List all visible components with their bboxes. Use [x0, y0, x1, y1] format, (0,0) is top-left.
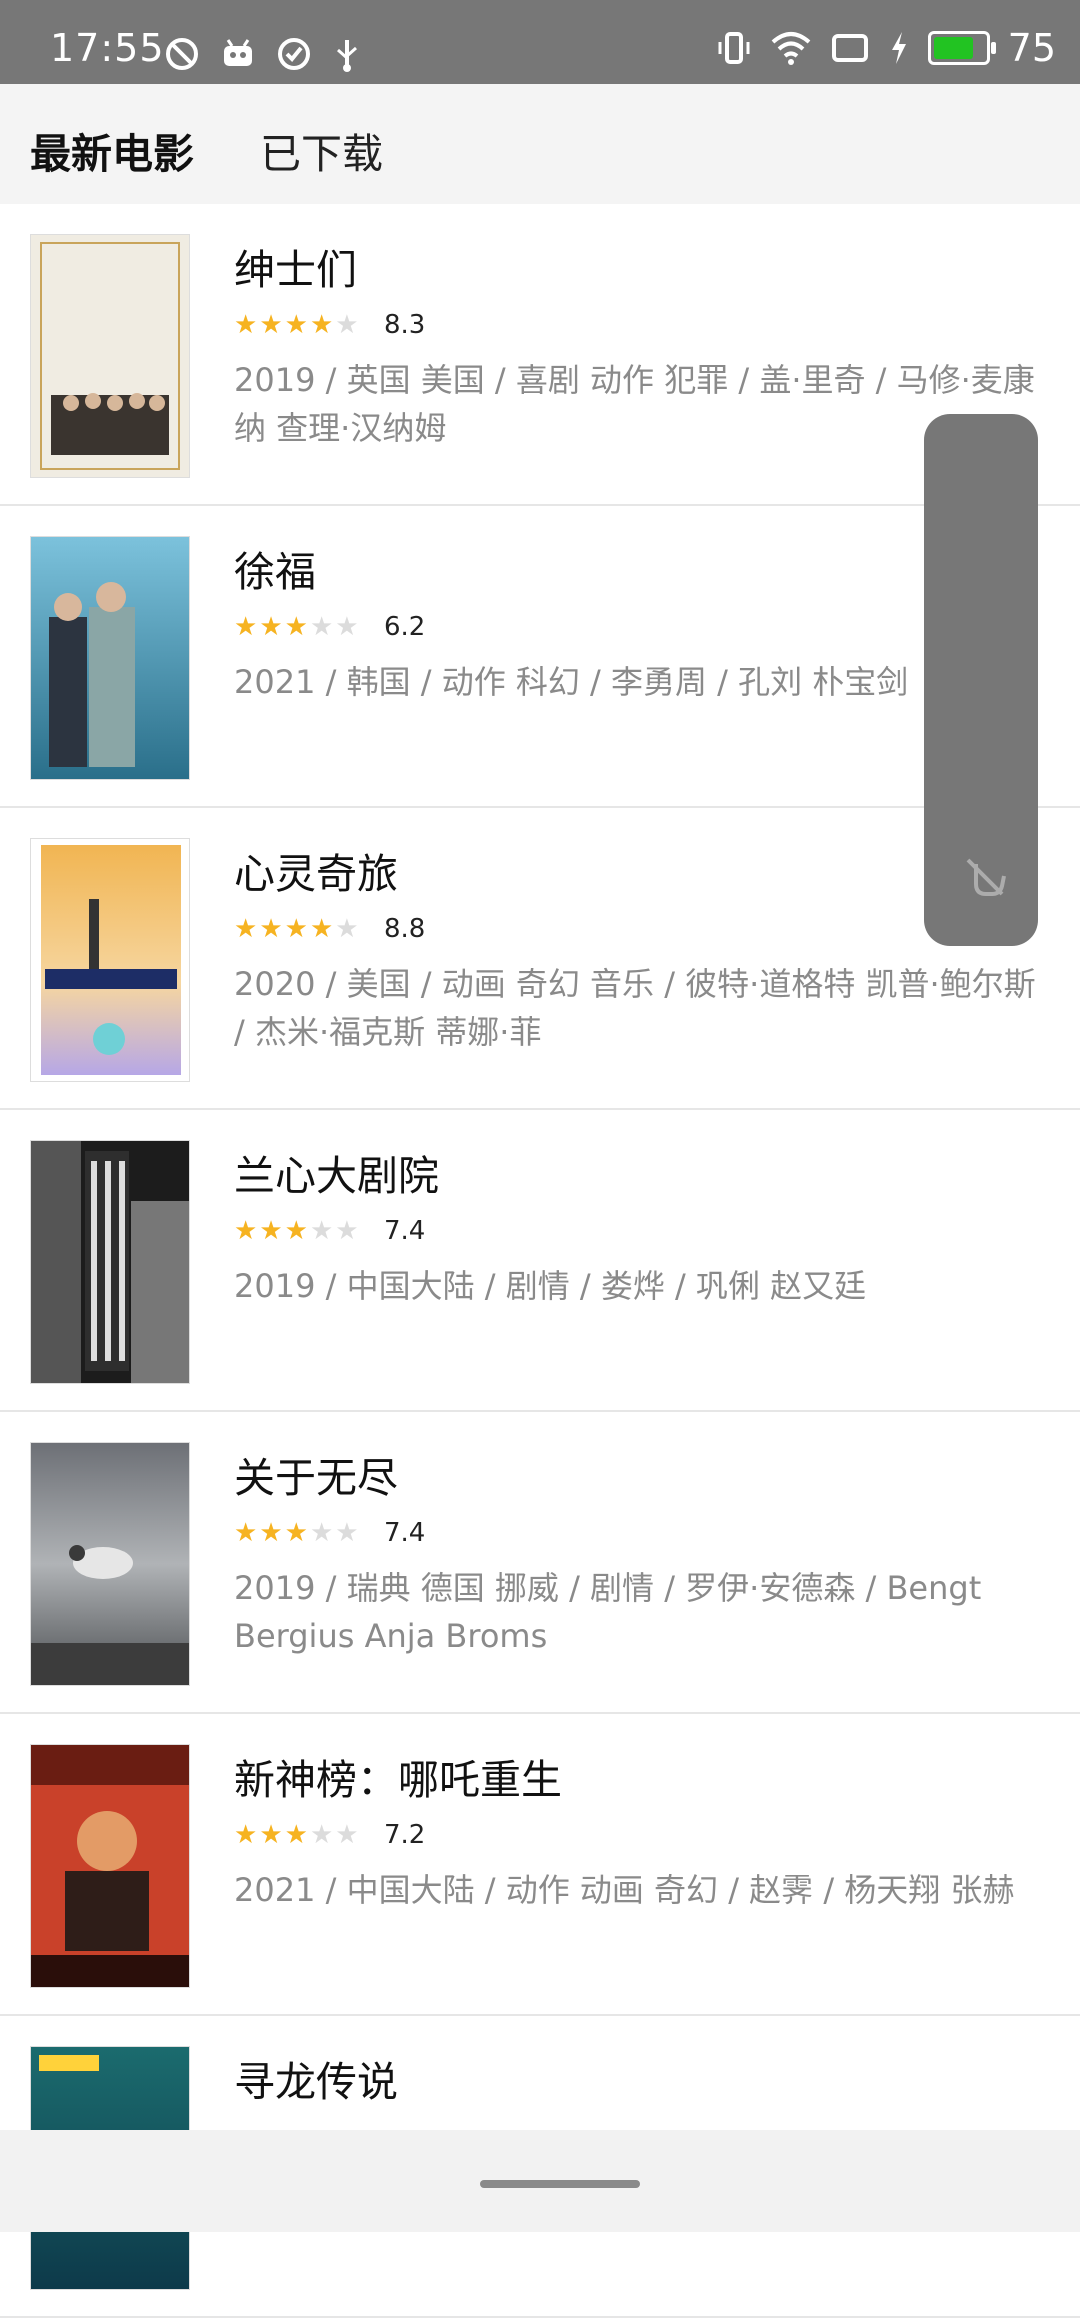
- star-filled-icon: ★: [234, 612, 258, 642]
- star-empty-icon: ★: [335, 1216, 359, 1246]
- battery-fill: [933, 37, 974, 59]
- rating-value: 7.2: [384, 1820, 426, 1850]
- movie-poster[interactable]: [30, 536, 190, 780]
- star-empty-icon: ★: [335, 612, 359, 642]
- star-filled-icon: ★: [234, 914, 258, 944]
- movie-title: 新神榜：哪吒重生: [234, 1756, 562, 1804]
- no-touch-icon[interactable]: [962, 854, 1008, 900]
- star-filled-icon: ★: [284, 1216, 308, 1246]
- tab-downloaded[interactable]: 已下载: [260, 120, 383, 180]
- star-filled-icon: ★: [284, 1820, 308, 1850]
- movie-title: 绅士们: [234, 246, 357, 294]
- star-empty-icon: ★: [309, 1216, 334, 1246]
- vibrate-icon: [718, 32, 750, 64]
- star-empty-icon: ★: [309, 1518, 334, 1548]
- movie-title: 寻龙传说: [234, 2058, 398, 2106]
- star-filled-icon: ★: [284, 914, 308, 944]
- movie-poster[interactable]: [30, 838, 190, 1082]
- star-empty-icon: ★: [309, 1820, 334, 1850]
- star-filled-icon: ★: [284, 612, 308, 642]
- movie-list[interactable]: 绅士们 ★ ★ ★ ★ ★ 8.3 2019 / 英国 美国 / 喜剧 动作 犯罪 / …: [0, 204, 1080, 2318]
- star-filled-icon: ★: [309, 914, 334, 944]
- movie-row[interactable]: 新神榜：哪吒重生 ★ ★ ★ ★ ★ 7.2 2021 / 中国大陆 / 动作 动画 奇…: [0, 1714, 1080, 2016]
- star-filled-icon: ★: [259, 1216, 283, 1246]
- star-filled-icon: ★: [284, 310, 308, 340]
- rating-stars: ★ ★ ★ ★ ★: [234, 312, 359, 338]
- rating-value: 6.2: [384, 612, 426, 642]
- movie-row[interactable]: 关于无尽 ★ ★ ★ ★ ★ 7.4 2019 / 瑞典 德国 挪威 / 剧情 / 罗伊…: [0, 1412, 1080, 1714]
- star-empty-icon: ★: [335, 1518, 359, 1548]
- cast-icon: [831, 34, 868, 62]
- charging-bolt-icon: [891, 32, 906, 64]
- star-filled-icon: ★: [259, 914, 283, 944]
- movie-title: 徐福: [234, 548, 316, 596]
- rating-stars: ★ ★ ★ ★ ★: [234, 1218, 359, 1244]
- movie-title: 关于无尽: [234, 1454, 398, 1502]
- floating-side-panel[interactable]: [924, 414, 1038, 946]
- star-filled-icon: ★: [259, 612, 283, 642]
- movie-poster[interactable]: [30, 1442, 190, 1686]
- star-empty-icon: ★: [335, 914, 359, 944]
- star-empty-icon: ★: [335, 310, 359, 340]
- clock: 17:55: [50, 26, 165, 70]
- star-filled-icon: ★: [259, 1820, 283, 1850]
- wifi-icon: [771, 32, 810, 65]
- movie-title: 心灵奇旅: [234, 850, 398, 898]
- star-empty-icon: ★: [335, 1820, 359, 1850]
- home-gesture-handle[interactable]: [480, 2180, 640, 2188]
- rating-stars: ★ ★ ★ ★ ★: [234, 614, 359, 640]
- android-icon: [224, 39, 252, 66]
- movie-meta: 2021 / 中国大陆 / 动作 动画 奇幻 / 赵霁 / 杨天翔 张赫: [234, 1871, 1015, 1909]
- star-filled-icon: ★: [234, 1216, 258, 1246]
- movie-meta: 2019 / 英国 美国 / 喜剧 动作 犯罪 / 盖·里奇 / 马修·麦康纳 …: [234, 361, 1035, 447]
- movie-row[interactable]: 绅士们 ★ ★ ★ ★ ★ 8.3 2019 / 英国 美国 / 喜剧 动作 犯罪 / …: [0, 204, 1080, 506]
- movie-meta: 2020 / 美国 / 动画 奇幻 音乐 / 彼特·道格特 凯普·鲍尔斯 / 杰…: [234, 965, 1036, 1051]
- movie-poster[interactable]: [30, 1744, 190, 1988]
- rating-value: 8.3: [384, 310, 426, 340]
- battery-level: 75: [1007, 26, 1056, 70]
- star-filled-icon: ★: [234, 310, 258, 340]
- rating-stars: ★ ★ ★ ★ ★: [234, 916, 359, 942]
- tab-latest-movies[interactable]: 最新电影: [30, 120, 194, 180]
- movie-title: 兰心大剧院: [234, 1152, 439, 1200]
- rating-value: 8.8: [384, 914, 426, 944]
- movie-meta: 2021 / 韩国 / 动作 科幻 / 李勇周 / 孔刘 朴宝剑: [234, 663, 909, 701]
- movie-poster[interactable]: [30, 1140, 190, 1384]
- star-filled-icon: ★: [284, 1518, 308, 1548]
- do-not-disturb-icon: [166, 38, 198, 70]
- movie-row[interactable]: 徐福 ★ ★ ★ ★ ★ 6.2 2021 / 韩国 / 动作 科幻 / 李勇周 / 孔…: [0, 506, 1080, 808]
- tab-bar: 最新电影 已下载: [0, 84, 1080, 204]
- rating-stars: ★ ★ ★ ★ ★: [234, 1520, 359, 1546]
- star-filled-icon: ★: [259, 1518, 283, 1548]
- usb-icon: [337, 40, 357, 72]
- rating-value: 7.4: [384, 1216, 426, 1246]
- movie-row[interactable]: 兰心大剧院 ★ ★ ★ ★ ★ 7.4 2019 / 中国大陆 / 剧情 / 娄烨 / …: [0, 1110, 1080, 1412]
- movie-meta: 2019 / 中国大陆 / 剧情 / 娄烨 / 巩俐 赵又廷: [234, 1267, 867, 1305]
- movie-row[interactable]: 心灵奇旅 ★ ★ ★ ★ ★ 8.8 2020 / 美国 / 动画 奇幻 音乐 / 彼特…: [0, 808, 1080, 1110]
- star-filled-icon: ★: [309, 310, 334, 340]
- rating-stars: ★ ★ ★ ★ ★: [234, 1822, 359, 1848]
- battery-icon: [927, 31, 996, 65]
- star-filled-icon: ★: [234, 1820, 258, 1850]
- star-empty-icon: ★: [309, 612, 334, 642]
- rating-value: 7.4: [384, 1518, 426, 1548]
- check-circle-icon: [278, 38, 310, 70]
- status-bar: 17:55 75: [0, 0, 1080, 84]
- movie-meta: 2019 / 瑞典 德国 挪威 / 剧情 / 罗伊·安德森 / Bengt Be…: [234, 1569, 982, 1655]
- star-filled-icon: ★: [234, 1518, 258, 1548]
- star-filled-icon: ★: [259, 310, 283, 340]
- movie-poster[interactable]: [30, 234, 190, 478]
- system-navigation-bar: [0, 2130, 1080, 2232]
